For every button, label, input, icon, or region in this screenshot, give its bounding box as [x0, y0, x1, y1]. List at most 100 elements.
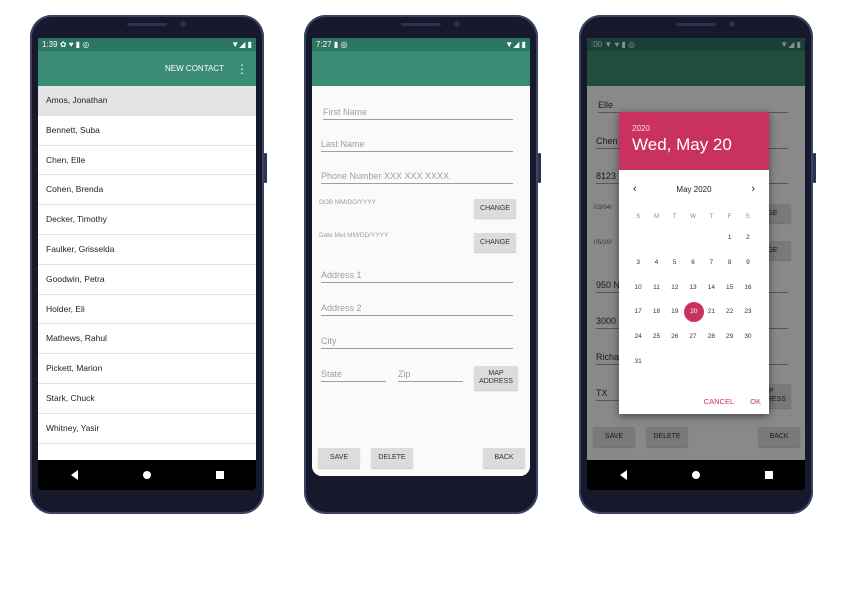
weekday-label: S [745, 214, 750, 220]
calendar-day[interactable]: 12 [666, 276, 684, 301]
contact-list-item[interactable]: Whitney, Yasir [38, 414, 256, 444]
calendar-day[interactable]: 16 [739, 276, 757, 301]
calendar-day-number: 11 [653, 283, 660, 291]
back-button[interactable]: BACK [483, 448, 525, 468]
calendar-day-number: 21 [707, 308, 715, 316]
calendar-day-number: 27 [689, 333, 697, 341]
calendar-day[interactable]: 18 [647, 300, 665, 325]
prev-month-icon[interactable]: ‹ [633, 183, 637, 195]
next-month-icon[interactable]: › [751, 183, 755, 195]
calendar-day[interactable]: 26 [666, 325, 684, 350]
picker-selected-date[interactable]: Wed, May 20 [632, 135, 756, 155]
contact-list-item[interactable]: Amos, Jonathan [38, 86, 256, 116]
calendar-day[interactable]: 9 [739, 251, 757, 276]
calendar-day[interactable]: 23 [739, 300, 757, 325]
city-field[interactable]: City [321, 336, 513, 349]
contact-list-item[interactable]: Pickett, Marion [38, 354, 256, 384]
address2-field[interactable]: Address 2 [321, 303, 513, 316]
phone-speaker [127, 23, 167, 26]
calendar-day[interactable]: 2 [739, 226, 757, 251]
calendar-day[interactable]: 28 [702, 325, 720, 350]
change-date-met-button[interactable]: CHANGE [474, 233, 516, 252]
contact-list-item[interactable]: Holder, Eli [38, 295, 256, 325]
back-nav-icon[interactable] [70, 470, 78, 480]
calendar-day[interactable]: 8 [720, 251, 738, 276]
calendar-day-number: 19 [671, 308, 679, 316]
calendar-day[interactable]: 6 [684, 251, 702, 276]
back-nav-icon[interactable] [619, 470, 627, 480]
calendar-day-number: 15 [726, 283, 734, 291]
contact-list-item[interactable]: Cohen, Brenda [38, 175, 256, 206]
calendar-day-number: 17 [634, 308, 642, 316]
ok-button[interactable]: OK [750, 397, 761, 406]
calendar-day[interactable]: 19 [666, 300, 684, 325]
calendar-day-number: 13 [689, 283, 697, 291]
save-button[interactable]: SAVE [318, 448, 360, 468]
calendar-day[interactable]: 7 [702, 251, 720, 276]
calendar-day-number: 14 [707, 283, 715, 291]
calendar-day[interactable]: 17 [629, 300, 647, 325]
calendar-day[interactable]: 3 [629, 251, 647, 276]
calendar-day[interactable]: 4 [647, 251, 665, 276]
address1-field[interactable]: Address 1 [321, 270, 513, 283]
contact-form: First Name Last Name Phone Number XXX XX… [312, 86, 530, 476]
new-contact-button[interactable]: NEW CONTACT [165, 64, 224, 73]
first-name-field[interactable]: First Name [323, 107, 513, 120]
delete-button[interactable]: DELETE [371, 448, 413, 468]
calendar-day[interactable]: 22 [720, 300, 738, 325]
contact-list-item[interactable]: Mathews, Rahul [38, 324, 256, 355]
calendar-day[interactable]: 29 [720, 325, 738, 350]
calendar-day-number: 10 [634, 283, 642, 291]
home-nav-icon[interactable] [691, 471, 700, 479]
calendar-day[interactable]: 1 [720, 226, 738, 251]
status-right-icons: ▼◢ ▮ [505, 40, 526, 49]
overflow-menu-icon[interactable]: ⋮ [236, 63, 248, 75]
contact-list-item[interactable]: Faulker, Grisselda [38, 235, 256, 265]
contact-list-item[interactable]: Chen, Elle [38, 146, 256, 176]
calendar-day[interactable]: 25 [647, 325, 665, 350]
change-dob-button[interactable]: CHANGE [474, 199, 516, 218]
picker-year[interactable]: 2020 [632, 124, 756, 133]
calendar-day[interactable]: 13 [684, 276, 702, 301]
contact-list-item[interactable]: Stark, Chuck [38, 384, 256, 414]
calendar-day[interactable]: 11 [647, 276, 665, 301]
contact-list-item[interactable]: Bennett, Suba [38, 116, 256, 146]
contact-list-item[interactable]: Goodwin, Petra [38, 265, 256, 295]
calendar-day[interactable]: 27 [684, 325, 702, 350]
map-address-button[interactable]: MAP ADDRESS [474, 366, 518, 390]
status-right-icons: ▼◢ ▮ [231, 40, 252, 49]
calendar-day[interactable]: 10 [629, 276, 647, 301]
app-bar: NEW CONTACT ⋮ [38, 51, 256, 86]
calendar-day[interactable]: 15 [720, 276, 738, 301]
calendar-day[interactable]: 5 [666, 251, 684, 276]
calendar-empty-cell [684, 226, 702, 251]
recents-nav-icon[interactable] [764, 471, 773, 479]
zip-field[interactable]: Zip [398, 369, 463, 382]
contact-list: Amos, Jonathan Bennett, Suba Chen, Elle Coh… [38, 86, 256, 444]
state-field[interactable]: State [321, 369, 386, 382]
phone-side-button [538, 153, 541, 183]
calendar-day[interactable]: 14 [702, 276, 720, 301]
last-name-field[interactable]: Last Name [321, 139, 513, 152]
app-bar [312, 51, 530, 86]
calendar-day-number: 18 [652, 308, 661, 316]
date-met-label: Date Met MM/DD/YYYY [319, 232, 389, 239]
calendar-day[interactable]: 24 [629, 325, 647, 350]
status-icons: ✿ ♥ ▮ ◎ [59, 40, 90, 49]
calendar-day-number: 28 [707, 333, 715, 341]
contact-list-item[interactable]: Decker, Timothy [38, 205, 256, 235]
cancel-button[interactable]: CANCEL [704, 397, 734, 406]
phone-side-button [813, 153, 816, 183]
calendar-day[interactable]: 30 [739, 325, 757, 350]
calendar-empty-cell [702, 226, 720, 251]
calendar-day-number: 22 [726, 308, 734, 316]
status-bar: 1:39 ✿ ♥ ▮ ◎ ▼◢ ▮ [38, 38, 256, 51]
recents-nav-icon[interactable] [215, 471, 224, 479]
calendar-day[interactable]: 20 [683, 300, 704, 325]
home-nav-icon[interactable] [142, 471, 151, 479]
weekday-label: M [653, 214, 659, 220]
calendar-day[interactable]: 21 [702, 300, 720, 325]
status-bar: 7:27 ▮ ◎ ▼◢ ▮ [312, 38, 530, 51]
calendar-day[interactable]: 31 [629, 350, 647, 375]
phone-number-field[interactable]: Phone Number XXX XXX XXXX [321, 171, 513, 184]
